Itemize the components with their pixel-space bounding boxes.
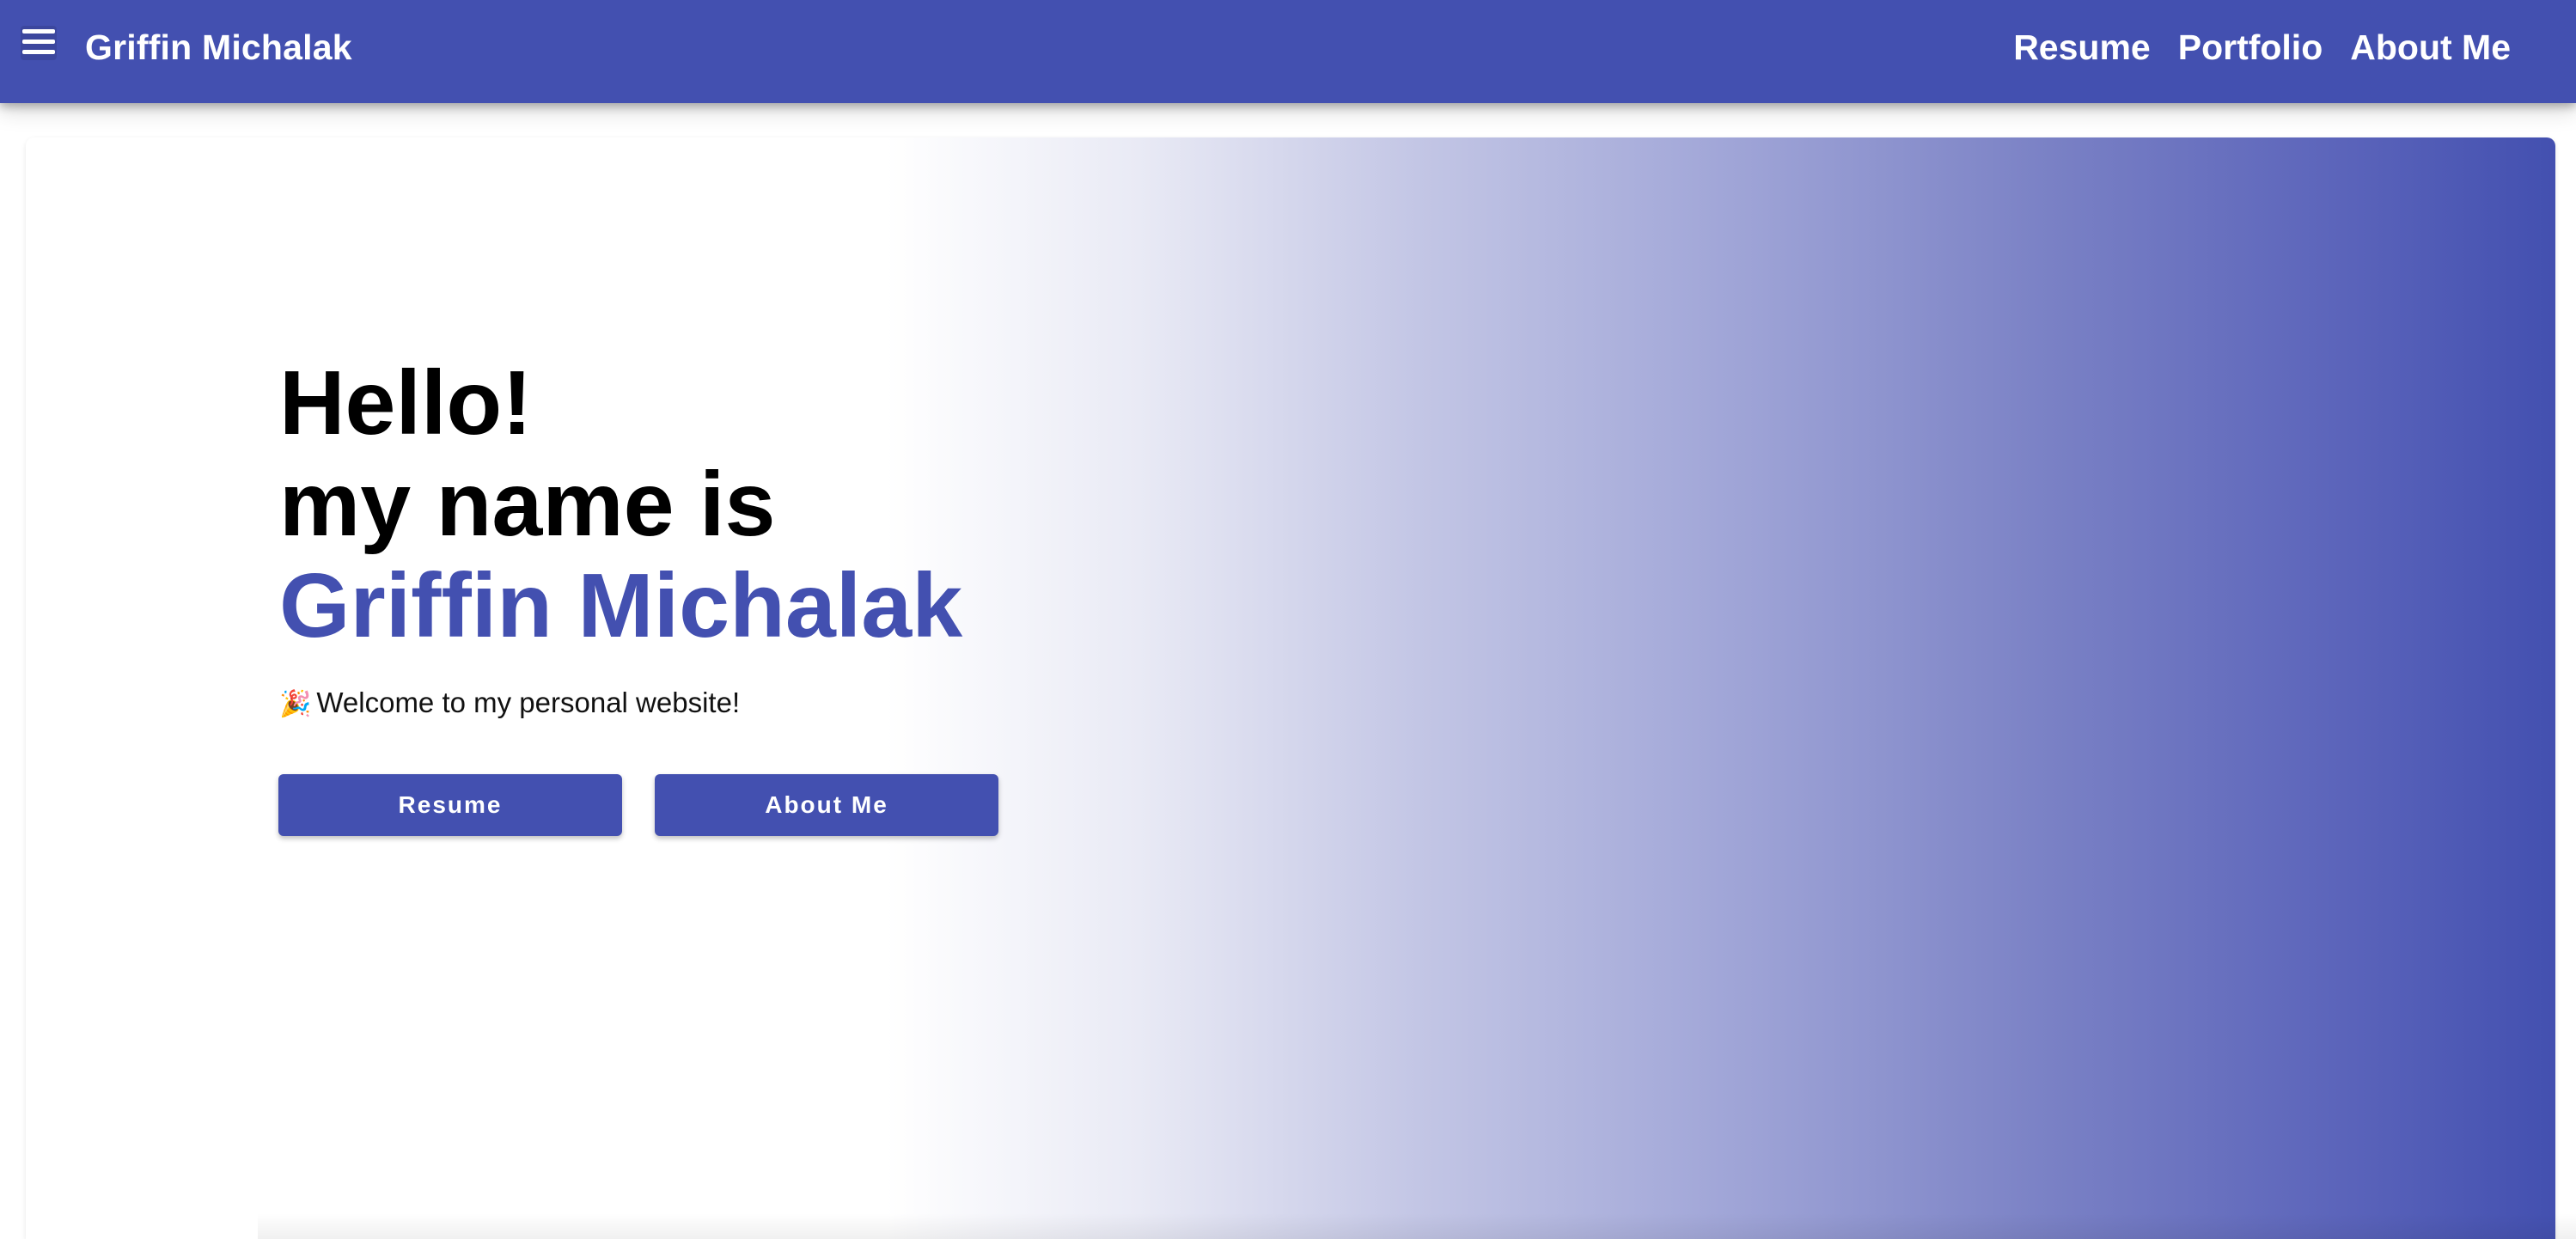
intro-heading: my name is <box>279 454 776 555</box>
resume-button[interactable]: Resume <box>278 774 622 836</box>
card-bottom-shadow <box>258 1213 2576 1239</box>
welcome-message: 🎉 Welcome to my personal website! <box>279 684 740 723</box>
top-app-bar: Griffin Michalak Resume Portfolio About … <box>0 0 2576 103</box>
hero-heading: Hello! my name is Griffin Michalak <box>279 352 962 656</box>
nav-link-resume[interactable]: Resume <box>2013 24 2151 70</box>
top-nav: Resume Portfolio About Me <box>2013 24 2511 70</box>
nav-link-about-me[interactable]: About Me <box>2350 24 2511 70</box>
site-title[interactable]: Griffin Michalak <box>85 24 352 70</box>
greeting-heading: Hello! <box>279 352 533 454</box>
party-popper-icon: 🎉 <box>279 690 312 718</box>
hamburger-menu-button[interactable] <box>19 26 60 65</box>
welcome-text: Welcome to my personal website! <box>316 687 741 718</box>
hamburger-menu-icon <box>22 29 55 34</box>
hamburger-menu-icon-bottom <box>22 50 55 54</box>
nav-link-portfolio[interactable]: Portfolio <box>2178 24 2323 70</box>
about-me-button[interactable]: About Me <box>655 774 998 836</box>
name-heading: Griffin Michalak <box>279 555 963 656</box>
hamburger-menu-icon-middle <box>22 40 55 44</box>
